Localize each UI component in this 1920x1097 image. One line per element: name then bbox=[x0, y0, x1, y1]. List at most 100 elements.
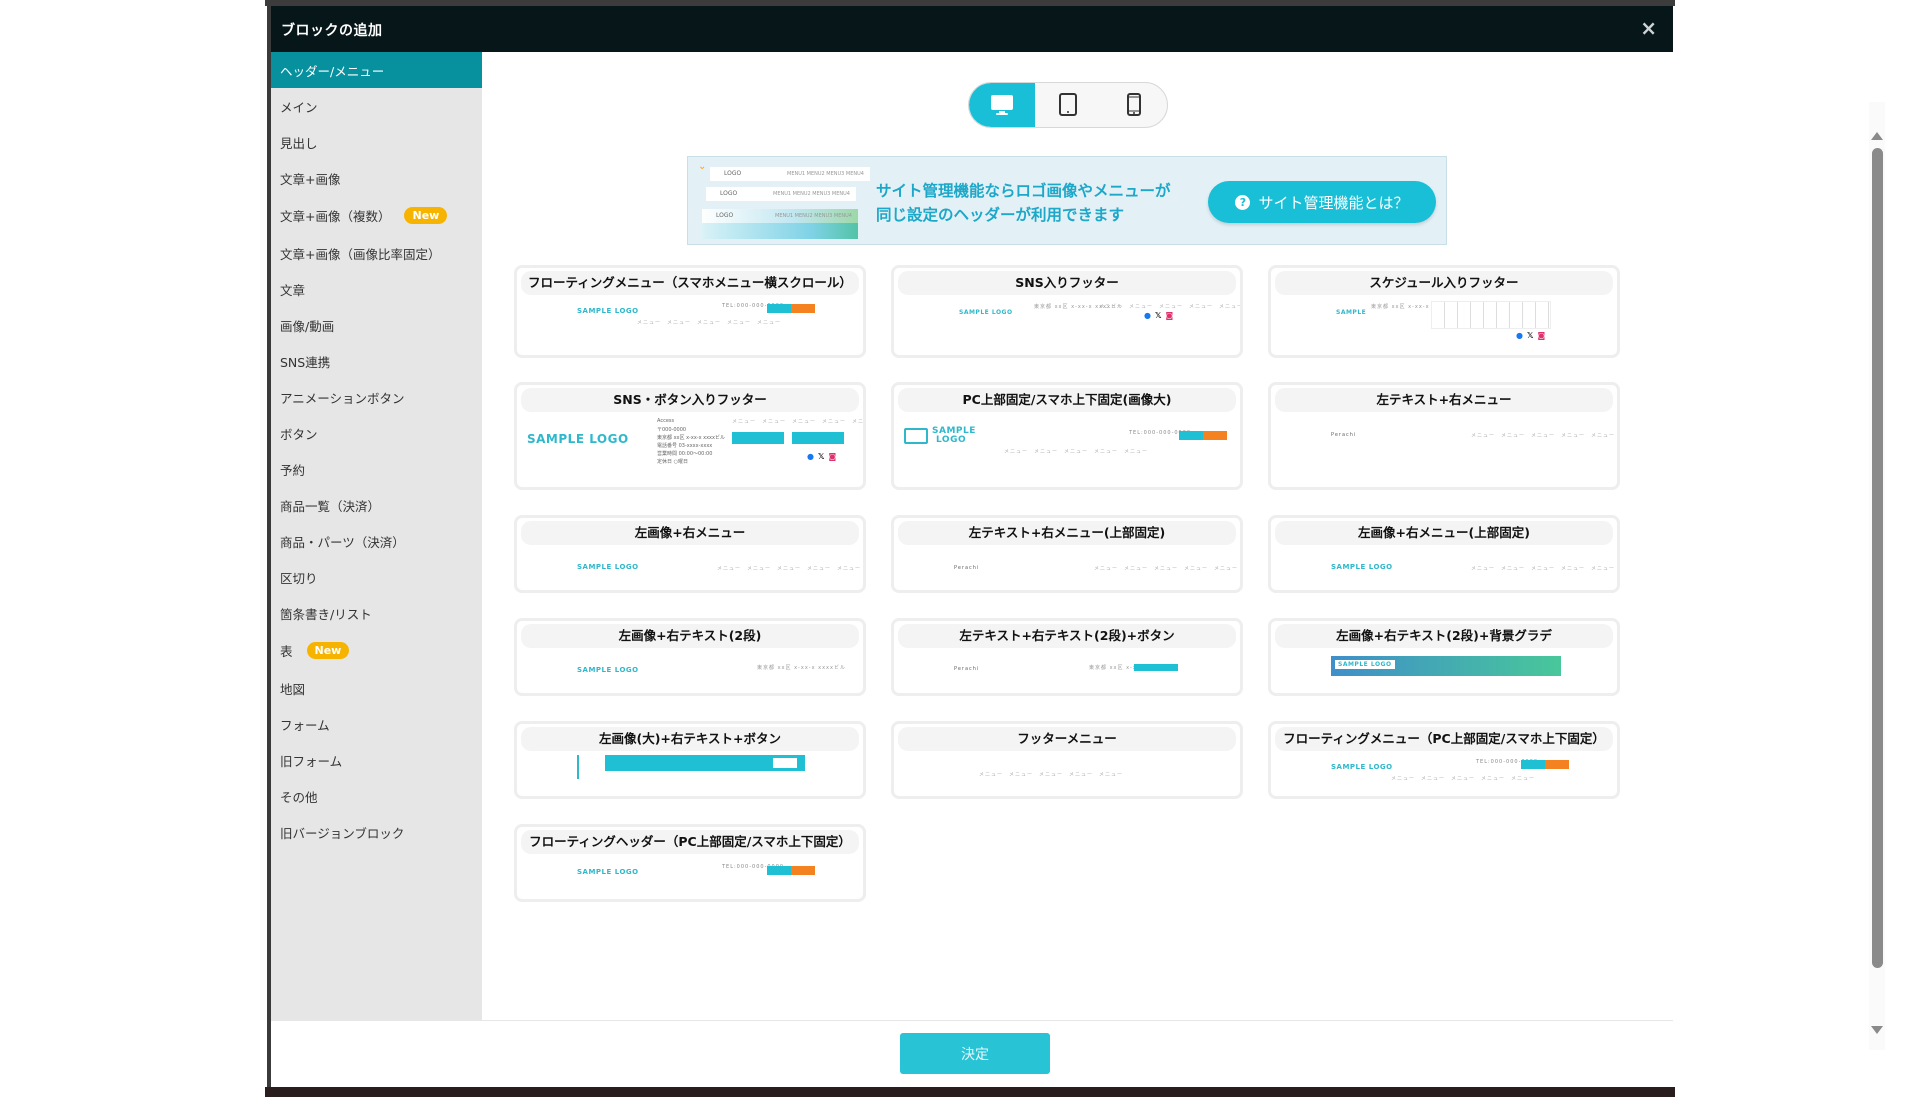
preview-button bbox=[732, 432, 784, 444]
sidebar-item[interactable]: 予約 bbox=[271, 451, 482, 487]
sidebar-item[interactable]: 見出し bbox=[271, 124, 482, 160]
sidebar-item[interactable]: 文章+画像（複数） New bbox=[271, 196, 482, 235]
block-card-title: 左テキスト+右テキスト(2段)+ボタン bbox=[898, 624, 1236, 648]
device-toggle bbox=[968, 82, 1168, 128]
block-card-preview: Perachi メニュー メニュー メニュー メニュー メニュー bbox=[1271, 412, 1617, 487]
preview-logo: LOGO bbox=[936, 435, 967, 445]
preview-menu-row: メニュー メニュー メニュー メニュー メニュー bbox=[732, 419, 866, 425]
preview-sample-logo: SAMPLE LOGO bbox=[577, 868, 639, 876]
block-card-preview: Perachi メニュー メニュー メニュー メニュー メニュー bbox=[894, 545, 1240, 590]
block-card[interactable]: 左画像+右テキスト(2段) SAMPLE LOGO 東京都 xx区 x-xx-x x… bbox=[514, 618, 866, 696]
sidebar-item[interactable]: 箇条書き/リスト bbox=[271, 595, 482, 631]
banner-message-line2: 同じ設定のヘッダーが利用できます bbox=[876, 206, 1125, 224]
block-card-title: SNS入りフッター bbox=[898, 271, 1236, 295]
sidebar-item[interactable]: 文章+画像 bbox=[271, 160, 482, 196]
sidebar-item[interactable]: 文章+画像（画像比率固定） bbox=[271, 235, 482, 271]
facebook-icon: ● bbox=[807, 452, 814, 461]
sidebar-item[interactable]: 地図 bbox=[271, 670, 482, 706]
scrollbar-thumb[interactable] bbox=[1872, 148, 1883, 968]
sidebar-item[interactable]: 商品・パーツ（決済） bbox=[271, 523, 482, 559]
block-card-title: スケジュール入りフッター bbox=[1275, 271, 1613, 295]
sidebar-item-label: 区切り bbox=[280, 570, 318, 586]
block-card[interactable]: 左画像+右メニュー(上部固定) SAMPLE LOGO メニュー メニュー メニュー… bbox=[1268, 515, 1620, 593]
block-card[interactable]: 左画像+右メニュー SAMPLE LOGO メニュー メニュー メニュー メニュー … bbox=[514, 515, 866, 593]
sidebar-item[interactable]: 商品一覧（決済） bbox=[271, 487, 482, 523]
block-card[interactable]: 左画像+右テキスト(2段)+背景グラデ SAMPLE LOGO bbox=[1268, 618, 1620, 696]
preview-left-text: Perachi bbox=[954, 666, 980, 672]
sidebar-item[interactable]: 表 New bbox=[271, 631, 482, 670]
thumb-gradient bbox=[702, 223, 858, 239]
desktop-icon bbox=[991, 95, 1013, 115]
device-desktop-button[interactable] bbox=[969, 83, 1035, 127]
block-card-title: フローティングヘッダー（PC上部固定/スマホ上下固定） bbox=[521, 830, 859, 854]
sidebar-item[interactable]: アニメーションボタン bbox=[271, 379, 482, 415]
block-card-title: 左テキスト+右メニュー bbox=[1275, 388, 1613, 412]
block-card[interactable]: フローティングヘッダー（PC上部固定/スマホ上下固定） SAMPLE LOGO TE… bbox=[514, 824, 866, 902]
scroll-down-icon[interactable] bbox=[1871, 1026, 1883, 1034]
block-card[interactable]: 左テキスト+右テキスト(2段)+ボタンPerachi東京都 xx区 x-xx-x… bbox=[891, 618, 1243, 696]
sidebar-item[interactable]: 区切り bbox=[271, 559, 482, 595]
sidebar-item-label: 地図 bbox=[280, 681, 306, 697]
instagram-icon: ◙ bbox=[828, 452, 837, 461]
preview-menu-row: メニュー メニュー メニュー メニュー メニュー bbox=[1004, 449, 1149, 455]
scrollbar[interactable] bbox=[1869, 102, 1885, 1050]
sidebar-item[interactable]: 旧フォーム bbox=[271, 742, 482, 778]
sidebar-item-label: 商品一覧（決済） bbox=[280, 498, 381, 514]
preview-sns-icons: ● 𝕏 ◙ bbox=[1516, 331, 1545, 340]
block-card[interactable]: 左テキスト+右メニュー(上部固定) Perachi メニュー メニュー メニュー メ… bbox=[891, 515, 1243, 593]
sidebar-item[interactable]: 文章 bbox=[271, 271, 482, 307]
preview-sample-logo: SAMPLE LOGO bbox=[1331, 763, 1393, 771]
preview-info-line: Access bbox=[657, 418, 675, 424]
scroll-up-icon[interactable] bbox=[1871, 132, 1883, 140]
block-card[interactable]: SNS・ボタン入りフッター SAMPLE LOGO Access 〒000-0000 東… bbox=[514, 382, 866, 490]
sidebar-item[interactable]: 画像/動画 bbox=[271, 307, 482, 343]
preview-sns-icons: ● 𝕏 ◙ bbox=[1144, 311, 1173, 320]
confirm-button[interactable]: 決定 bbox=[900, 1033, 1050, 1074]
preview-button bbox=[791, 866, 815, 875]
block-card[interactable]: フッターメニュー メニュー メニュー メニュー メニュー メニュー bbox=[891, 721, 1243, 799]
preview-menu-row: メニュー メニュー メニュー メニュー メニュー bbox=[1471, 566, 1616, 572]
site-management-banner: ⌄ LOGO MENU1 MENU2 MENU3 MENU4 LOGO MENU1 … bbox=[687, 156, 1447, 245]
block-card-preview: SAMPLE LOGO Access 〒000-0000 東京都 xx区 x-xx-x… bbox=[517, 412, 863, 487]
device-smartphone-button[interactable] bbox=[1101, 83, 1167, 127]
preview-sns-icons: ● 𝕏 ◙ bbox=[807, 452, 836, 461]
close-icon[interactable]: × bbox=[1640, 16, 1657, 40]
sparkle-icon: ⌄ bbox=[698, 161, 707, 172]
sidebar-item[interactable]: フォーム bbox=[271, 706, 482, 742]
block-card[interactable]: PC上部固定/スマホ上下固定(画像大) SAMPLE LOGO TEL:000-000… bbox=[891, 382, 1243, 490]
block-card-title: SNS・ボタン入りフッター bbox=[521, 388, 859, 412]
block-card-preview: SAMPLE LOGO bbox=[1271, 648, 1617, 693]
block-card-title: 左画像+右メニュー(上部固定) bbox=[1275, 521, 1613, 545]
sidebar-item[interactable]: ボタン bbox=[271, 415, 482, 451]
device-tablet-button[interactable] bbox=[1035, 83, 1101, 127]
block-card[interactable]: フローティングメニュー（PC上部固定/スマホ上下固定） SAMPLE LOGO TE… bbox=[1268, 721, 1620, 799]
site-management-info-button[interactable]: ? サイト管理機能とは？ bbox=[1208, 181, 1436, 223]
block-card-preview: メニュー メニュー メニュー メニュー メニュー bbox=[894, 751, 1240, 796]
block-card[interactable]: SNS入りフッター SAMPLE LOGO 東京都 xx区 x-xx-x xxxxビ… bbox=[891, 265, 1243, 358]
sidebar-item[interactable]: その他 bbox=[271, 778, 482, 814]
block-card[interactable]: 左テキスト+右メニュー Perachi メニュー メニュー メニュー メニュー メニ… bbox=[1268, 382, 1620, 490]
sidebar-item-label: 旧バージョンブロック bbox=[280, 825, 405, 841]
facebook-icon: ● bbox=[1144, 311, 1151, 320]
sidebar-item[interactable]: SNS連携 bbox=[271, 343, 482, 379]
x-icon: 𝕏 bbox=[1526, 331, 1534, 340]
facebook-icon: ● bbox=[1516, 331, 1523, 340]
preview-logo-stack: SAMPLE bbox=[1336, 309, 1367, 316]
block-card[interactable]: フローティングメニュー（スマホメニュー横スクロール） SAMPLE LOGO TEL… bbox=[514, 265, 866, 358]
instagram-icon: ◙ bbox=[1165, 311, 1174, 320]
block-card-title: 左テキスト+右メニュー(上部固定) bbox=[898, 521, 1236, 545]
block-card[interactable]: 左画像(大)+右テキスト+ボタン bbox=[514, 721, 866, 799]
thumb-row: LOGO MENU1 MENU2 MENU3 MENU4 bbox=[710, 167, 870, 181]
block-card-preview: Perachi東京都 xx区 x-xx-x xxxxビル bbox=[894, 648, 1240, 693]
sidebar-item[interactable]: メイン bbox=[271, 88, 482, 124]
sidebar-item[interactable]: ヘッダー/メニュー bbox=[271, 52, 482, 88]
sidebar-item-label: 文章+画像（画像比率固定） bbox=[280, 246, 441, 262]
preview-info-line: 営業時間 00:00〜00:00 bbox=[657, 451, 713, 457]
block-card-title: 左画像+右テキスト(2段) bbox=[521, 624, 859, 648]
category-sidebar: ヘッダー/メニュー メイン 見出し 文章+画像 文章+画像（複数） New 文章+画像（画像… bbox=[271, 52, 482, 1020]
sidebar-item[interactable]: 旧バージョンブロック bbox=[271, 814, 482, 850]
block-card[interactable]: スケジュール入りフッター SAMPLE 東京都 xx区 x-xx-x xxxxビル ●… bbox=[1268, 265, 1620, 358]
sidebar-item-label: SNS連携 bbox=[280, 354, 331, 370]
preview-left-text: Perachi bbox=[1331, 432, 1357, 438]
thumb-row: LOGO MENU1 MENU2 MENU3 MENU4 bbox=[706, 187, 856, 201]
